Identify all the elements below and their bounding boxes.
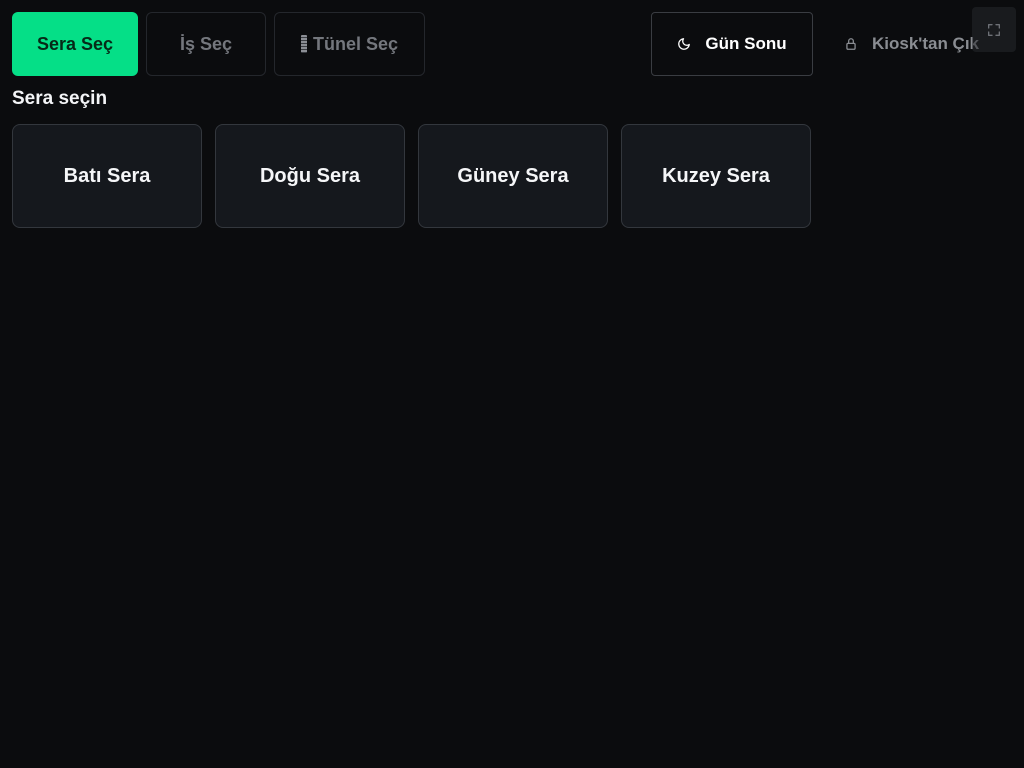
greenhouse-card-dogu[interactable]: Doğu Sera [215,124,405,228]
greenhouse-card-kuzey[interactable]: Kuzey Sera [621,124,811,228]
lock-icon [846,38,856,50]
step-tunel-sec-label: Tünel Seç [312,33,399,54]
greenhouse-card-label: Kuzey Sera [662,164,770,187]
day-end-label: Gün Sonu [705,34,787,53]
day-end-button[interactable]: Gün Sonu [651,12,813,76]
greenhouse-card-label: Doğu Sera [259,164,361,187]
greenhouse-card-bati[interactable]: Batı Sera [12,124,202,228]
exit-kiosk-label: Kiosk'tan Çık [872,34,980,53]
greenhouse-card-label: Batı Sera [63,164,151,187]
top-bar: Sera Seç İş Seç Tünel Seç Gün Sonu Kiosk… [12,7,1016,76]
tunnel-icon [300,35,307,53]
step-sera-sec[interactable]: Sera Seç [12,12,138,76]
page-title: Sera seçin [12,88,108,109]
exit-kiosk-button[interactable]: Kiosk'tan Çık [844,12,992,76]
step-sera-sec-label: Sera Seç [36,33,114,54]
moon-icon [678,38,691,50]
fullscreen-icon [988,23,1000,36]
fullscreen-button[interactable] [972,7,1016,52]
step-tunel-sec[interactable]: Tünel Seç [274,12,425,76]
step-is-sec-label: İş Seç [179,33,233,54]
greenhouse-grid: Batı Sera Doğu Sera Güney Sera Kuzey Ser… [12,124,811,228]
greenhouse-card-label: Güney Sera [457,164,569,187]
greenhouse-card-guney[interactable]: Güney Sera [418,124,608,228]
step-is-sec[interactable]: İş Seç [146,12,266,76]
